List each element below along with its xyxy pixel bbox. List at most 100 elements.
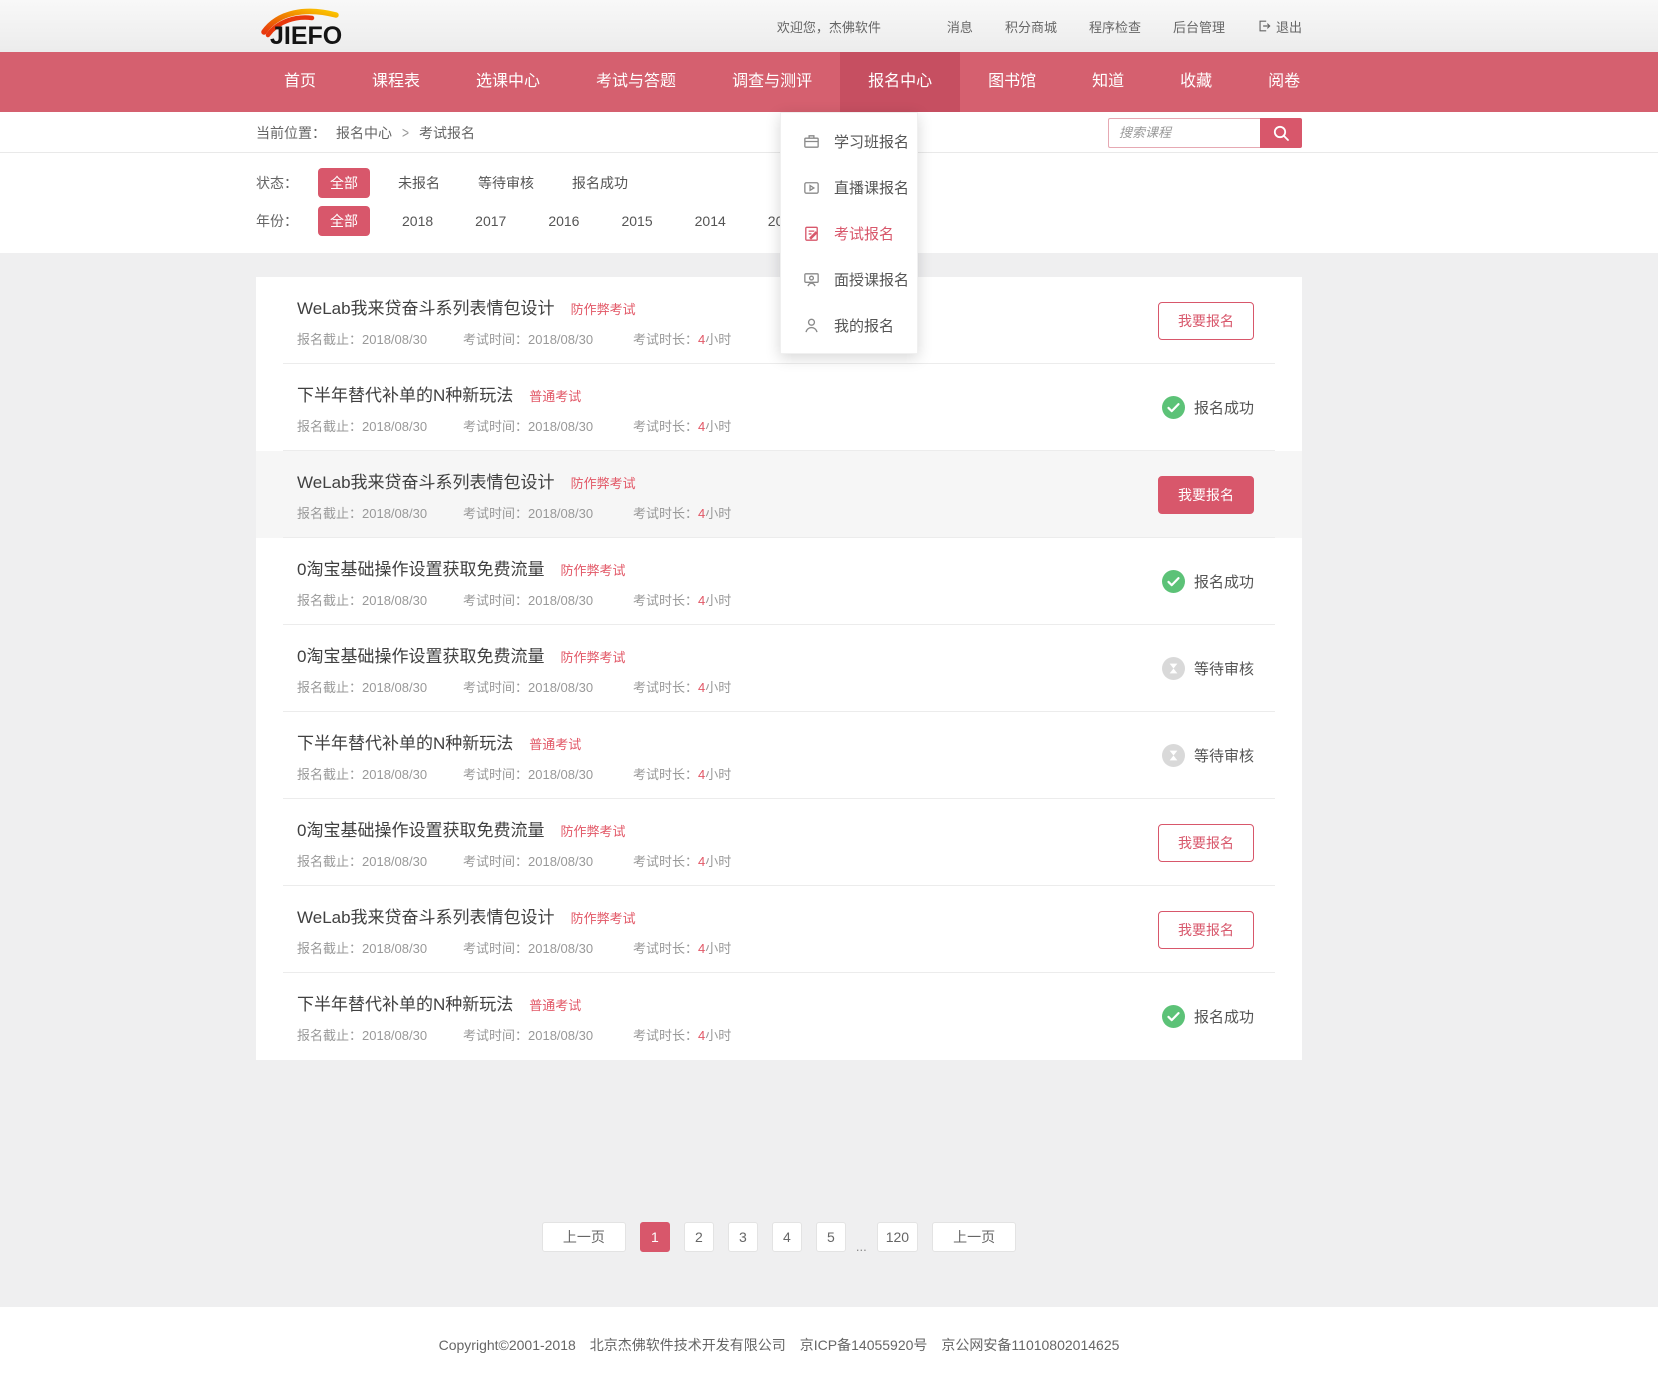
dropdown-item-label: 考试报名 [834,223,894,244]
exam-type-badge: 普通考试 [529,734,581,753]
filter-option[interactable]: 全部 [318,168,370,198]
status-label: 等待审核 [1194,745,1254,766]
logout-link[interactable]: 退出 [1257,17,1302,36]
page-number-button[interactable]: 1 [640,1222,670,1252]
filter-option[interactable]: 等待审核 [468,168,544,198]
page-number-button[interactable]: 4 [772,1222,802,1252]
dropdown-item[interactable]: 考试报名 [781,210,917,256]
page-number-button[interactable]: 5 [816,1222,846,1252]
nav-item[interactable]: 图书馆 [960,52,1064,112]
apply-button[interactable]: 我要报名 [1158,476,1254,514]
nav-item[interactable]: 报名中心 [840,52,960,112]
live-video-icon [802,178,821,197]
deadline-field: 报名截止：2018/08/30 [297,503,463,522]
header-link[interactable]: 程序检查 [1089,17,1141,36]
nav-item[interactable]: 调查与测评 [704,52,840,112]
row-status: 我要报名 [1158,476,1254,514]
page-last-button[interactable]: 120 [877,1222,918,1252]
filter-row-year: 年份：全部2018201720162015201420132012 [256,205,1302,237]
svg-text:JIEFO: JIEFO [270,22,342,47]
page-prev-button[interactable]: 上一页 [542,1222,626,1252]
logo-swoosh-icon: JIEFO [256,5,356,47]
header-link[interactable]: 消息 [947,17,973,36]
row-status: 等待审核 [1162,657,1254,680]
dropdown-item[interactable]: 我的报名 [781,302,917,348]
copyright-text: Copyright©2001-2018 北京杰佛软件技术开发有限公司 京ICP备… [256,1335,1302,1355]
course-row: 0淘宝基础操作设置获取免费流量 防作弊考试 报名截止：2018/08/30 考试… [256,799,1302,886]
exam-type-badge: 防作弊考试 [560,560,625,579]
exam-type-badge: 防作弊考试 [571,908,636,927]
exam-time-field: 考试时间：2018/08/30 [463,590,633,609]
deadline-field: 报名截止：2018/08/30 [297,416,463,435]
filter-option[interactable]: 2017 [465,208,516,234]
deadline-field: 报名截止：2018/08/30 [297,938,463,957]
row-status: 报名成功 [1162,396,1254,419]
logout-label: 退出 [1276,17,1302,36]
course-title: 0淘宝基础操作设置获取免费流量 [297,555,544,580]
nav-item[interactable]: 选课中心 [448,52,568,112]
dropdown-item[interactable]: 面授课报名 [781,256,917,302]
filter-option[interactable]: 2018 [392,208,443,234]
search-button[interactable] [1260,118,1302,148]
breadcrumb: 当前位置： 报名中心 > 考试报名 [256,123,475,143]
course-search [1108,118,1302,148]
duration-field: 考试时长：4小时 [633,1025,731,1044]
search-input[interactable] [1108,118,1260,148]
jiefo-logo[interactable]: JIEFO [256,5,356,47]
deadline-field: 报名截止：2018/08/30 [297,677,463,696]
row-status: 我要报名 [1158,302,1254,340]
page-number-button[interactable]: 2 [684,1222,714,1252]
course-title: 0淘宝基础操作设置获取免费流量 [297,816,544,841]
exam-time-field: 考试时间：2018/08/30 [463,851,633,870]
filter-option[interactable]: 未报名 [388,168,450,198]
deadline-field: 报名截止：2018/08/30 [297,1025,463,1044]
exam-paper-icon [802,224,821,243]
filter-option[interactable]: 报名成功 [562,168,638,198]
nav-item[interactable]: 阅卷 [1240,52,1328,112]
nav-item[interactable]: 课程表 [344,52,448,112]
filter-option[interactable]: 2014 [685,208,736,234]
apply-button[interactable]: 我要报名 [1158,911,1254,949]
filter-label: 年份： [256,211,318,231]
breadcrumb-separator-icon: > [402,123,409,141]
filter-option[interactable]: 2016 [538,208,589,234]
exam-time-field: 考试时间：2018/08/30 [463,503,633,522]
course-row: 下半年替代补单的N种新玩法 普通考试 报名截止：2018/08/30 考试时间：… [256,973,1302,1060]
header-link[interactable]: 后台管理 [1173,17,1225,36]
deadline-field: 报名截止：2018/08/30 [297,590,463,609]
course-list-card: WeLab我来贷奋斗系列表情包设计 防作弊考试 报名截止：2018/08/30 … [256,277,1302,1060]
nav-item[interactable]: 收藏 [1152,52,1240,112]
apply-button[interactable]: 我要报名 [1158,302,1254,340]
status-label: 报名成功 [1194,1006,1254,1027]
course-row: WeLab我来贷奋斗系列表情包设计 防作弊考试 报名截止：2018/08/30 … [256,451,1302,538]
nav-item[interactable]: 知道 [1064,52,1152,112]
row-status: 报名成功 [1162,570,1254,593]
page-footer: Copyright©2001-2018 北京杰佛软件技术开发有限公司 京ICP备… [0,1307,1658,1382]
check-circle-icon [1162,1005,1185,1028]
course-row: 下半年替代补单的N种新玩法 普通考试 报名截止：2018/08/30 考试时间：… [256,712,1302,799]
nav-item[interactable]: 首页 [256,52,344,112]
header-link[interactable]: 积分商城 [1005,17,1057,36]
exam-time-field: 考试时间：2018/08/30 [463,416,633,435]
breadcrumb-section[interactable]: 报名中心 [336,123,392,143]
apply-button[interactable]: 我要报名 [1158,824,1254,862]
exam-type-badge: 防作弊考试 [571,473,636,492]
duration-field: 考试时长：4小时 [633,590,731,609]
row-status: 我要报名 [1158,824,1254,862]
row-status: 我要报名 [1158,911,1254,949]
filter-option[interactable]: 2015 [611,208,662,234]
filter-option[interactable]: 全部 [318,206,370,236]
page-number-button[interactable]: 3 [728,1222,758,1252]
breadcrumb-current: 考试报名 [419,123,475,143]
duration-field: 考试时长：4小时 [633,677,731,696]
dropdown-item-label: 面授课报名 [834,269,909,290]
dropdown-item[interactable]: 学习班报名 [781,118,917,164]
logout-icon [1257,19,1271,33]
nav-item[interactable]: 考试与答题 [568,52,704,112]
page-next-button[interactable]: 上一页 [932,1222,1016,1252]
dropdown-item[interactable]: 直播课报名 [781,164,917,210]
course-title: WeLab我来贷奋斗系列表情包设计 [297,468,555,493]
page-ellipsis: ... [856,1242,867,1252]
search-icon [1272,124,1290,142]
deadline-field: 报名截止：2018/08/30 [297,764,463,783]
